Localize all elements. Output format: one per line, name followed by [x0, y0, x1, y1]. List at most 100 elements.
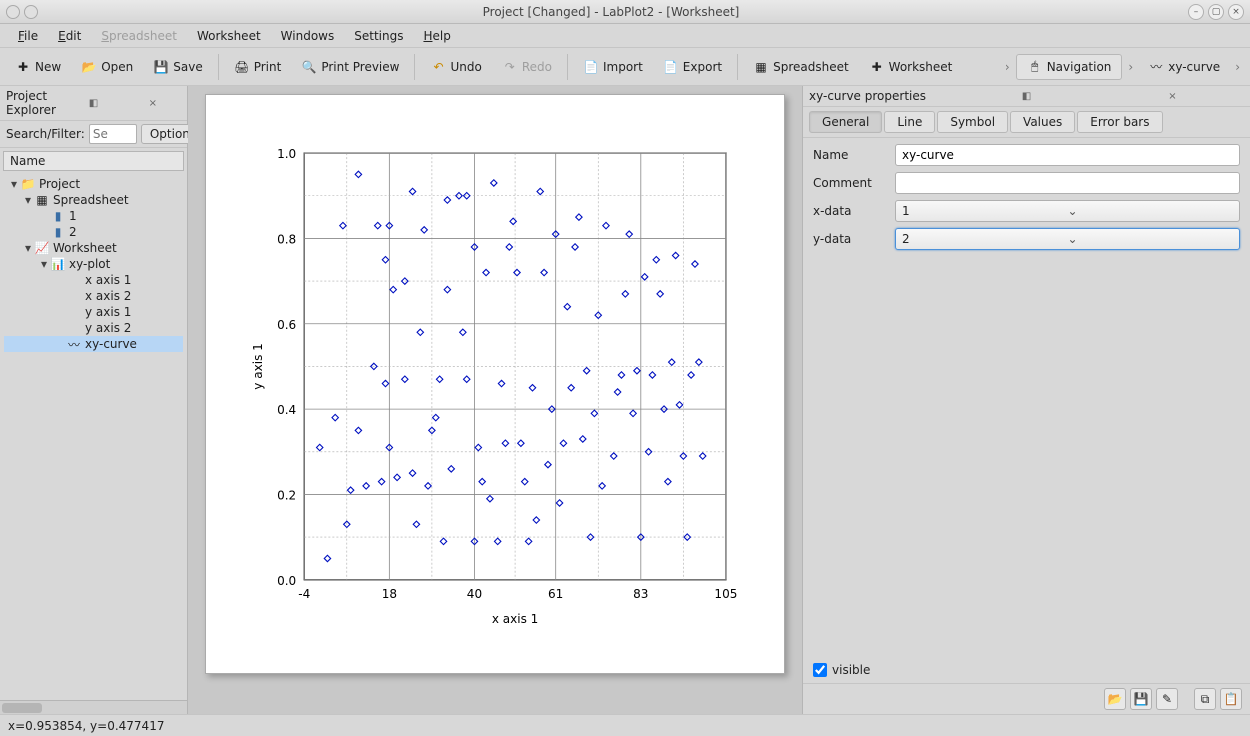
- name-field[interactable]: [895, 144, 1240, 166]
- tree-xyplot[interactable]: ▾📊xy-plot: [4, 256, 183, 272]
- search-label: Search/Filter:: [6, 127, 85, 141]
- menu-edit[interactable]: Edit: [48, 26, 91, 46]
- menubar: File Edit Spreadsheet Worksheet Windows …: [0, 24, 1250, 48]
- tree-header-name[interactable]: Name: [3, 151, 184, 171]
- xy-plot[interactable]: -4184061831050.00.20.40.60.81.0x axis 1y…: [244, 133, 746, 635]
- new-button[interactable]: ✚New: [6, 54, 70, 80]
- project-tree[interactable]: ▾📁Project ▾▦Spreadsheet ▮1 ▮2 ▾📈Workshee…: [0, 174, 187, 700]
- svg-text:105: 105: [714, 587, 737, 601]
- open-icon: 📂: [81, 59, 97, 75]
- chevron-right-icon-3: ›: [1231, 60, 1244, 74]
- svg-text:0.6: 0.6: [277, 318, 296, 332]
- svg-text:y axis 1: y axis 1: [251, 343, 265, 390]
- comment-label: Comment: [813, 176, 887, 190]
- xy-curve-crumb[interactable]: 〰xy-curve: [1139, 54, 1229, 80]
- import-button[interactable]: 📄Import: [574, 54, 652, 80]
- save-icon: 💾: [153, 59, 169, 75]
- print-preview-button[interactable]: 🔍Print Preview: [292, 54, 408, 80]
- ydata-select[interactable]: 2⌄: [895, 228, 1240, 250]
- properties-form: Name Comment x-data 1⌄ y-data 2⌄: [803, 138, 1250, 256]
- tab-symbol[interactable]: Symbol: [937, 111, 1008, 133]
- tab-errorbars[interactable]: Error bars: [1077, 111, 1162, 133]
- svg-text:1.0: 1.0: [277, 147, 296, 161]
- properties-footer: 📂 💾 ✎ ⧉ 📋: [803, 683, 1250, 714]
- tree-col-1[interactable]: ▮1: [4, 208, 183, 224]
- panel-close-icon[interactable]: ×: [125, 96, 181, 110]
- redo-icon: ↷: [502, 59, 518, 75]
- redo-button: ↷Redo: [493, 54, 561, 80]
- panel-close-icon[interactable]: ×: [1101, 89, 1244, 103]
- maximize-button[interactable]: ▢: [1208, 4, 1224, 20]
- spreadsheet-icon: ▦: [753, 59, 769, 75]
- tree-worksheet[interactable]: ▾📈Worksheet: [4, 240, 183, 256]
- menu-file[interactable]: File: [8, 26, 48, 46]
- tree-yaxis1[interactable]: y axis 1: [4, 304, 183, 320]
- status-bar: x=0.953854, y=0.477417: [0, 714, 1250, 736]
- svg-text:0.2: 0.2: [277, 488, 296, 502]
- svg-text:18: 18: [382, 587, 397, 601]
- tree-xaxis1[interactable]: x axis 1: [4, 272, 183, 288]
- plot-icon: 📊: [50, 257, 66, 271]
- chevron-down-icon: ⌄: [1068, 204, 1234, 218]
- undo-icon: ↶: [430, 59, 446, 75]
- visible-checkbox-input[interactable]: [813, 663, 827, 677]
- navigation-tab[interactable]: 🖱Navigation: [1016, 54, 1123, 80]
- properties-title: xy-curve properties ◧ ×: [803, 86, 1250, 107]
- panel-float-icon[interactable]: ◧: [65, 96, 121, 110]
- footer-edit-icon[interactable]: ✎: [1156, 688, 1178, 710]
- spreadsheet-button[interactable]: ▦Spreadsheet: [744, 54, 858, 80]
- svg-text:x axis 1: x axis 1: [492, 612, 539, 626]
- ydata-label: y-data: [813, 232, 887, 246]
- visible-checkbox[interactable]: visible: [813, 663, 1240, 677]
- footer-open-icon[interactable]: 📂: [1104, 688, 1126, 710]
- footer-copy-icon[interactable]: ⧉: [1194, 688, 1216, 710]
- tree-xycurve[interactable]: 〰xy-curve: [4, 336, 183, 352]
- print-button[interactable]: 🖨Print: [225, 54, 291, 80]
- minimize-button[interactable]: –: [1188, 4, 1204, 20]
- tree-col-2[interactable]: ▮2: [4, 224, 183, 240]
- column-icon: ▮: [50, 209, 66, 223]
- tree-spreadsheet[interactable]: ▾▦Spreadsheet: [4, 192, 183, 208]
- spreadsheet-icon: ▦: [34, 193, 50, 207]
- save-button[interactable]: 💾Save: [144, 54, 211, 80]
- panel-float-icon[interactable]: ◧: [955, 89, 1098, 103]
- export-button[interactable]: 📄Export: [654, 54, 731, 80]
- tab-line[interactable]: Line: [884, 111, 935, 133]
- tree-yaxis2[interactable]: y axis 2: [4, 320, 183, 336]
- worksheet-button[interactable]: ✚Worksheet: [860, 54, 962, 80]
- worksheet-page[interactable]: -4184061831050.00.20.40.60.81.0x axis 1y…: [205, 94, 785, 674]
- menu-help[interactable]: Help: [413, 26, 460, 46]
- tab-general[interactable]: General: [809, 111, 882, 133]
- plot-svg: -4184061831050.00.20.40.60.81.0x axis 1y…: [244, 133, 746, 635]
- undo-button[interactable]: ↶Undo: [421, 54, 490, 80]
- search-input[interactable]: [89, 124, 137, 144]
- chevron-down-icon: ⌄: [1068, 232, 1234, 246]
- menu-worksheet[interactable]: Worksheet: [187, 26, 271, 46]
- open-button[interactable]: 📂Open: [72, 54, 142, 80]
- chevron-right-icon-2: ›: [1124, 60, 1137, 74]
- project-explorer-panel: Project Explorer ◧ × Search/Filter: Opti…: [0, 86, 188, 714]
- footer-save-icon[interactable]: 💾: [1130, 688, 1152, 710]
- status-coords: x=0.953854, y=0.477417: [8, 719, 164, 733]
- svg-text:83: 83: [633, 587, 648, 601]
- footer-paste-icon[interactable]: 📋: [1220, 688, 1242, 710]
- svg-text:40: 40: [467, 587, 482, 601]
- menu-settings[interactable]: Settings: [344, 26, 413, 46]
- chevron-right-icon: ›: [1001, 60, 1014, 74]
- import-icon: 📄: [583, 59, 599, 75]
- close-button[interactable]: ×: [1228, 4, 1244, 20]
- column-icon: ▮: [50, 225, 66, 239]
- name-label: Name: [813, 148, 887, 162]
- project-explorer-title: Project Explorer ◧ ×: [0, 86, 187, 121]
- tree-project[interactable]: ▾📁Project: [4, 176, 183, 192]
- xdata-select[interactable]: 1⌄: [895, 200, 1240, 222]
- print-icon: 🖨: [234, 59, 250, 75]
- tree-horizontal-scrollbar[interactable]: [0, 700, 187, 714]
- menu-windows[interactable]: Windows: [271, 26, 345, 46]
- worksheet-area[interactable]: -4184061831050.00.20.40.60.81.0x axis 1y…: [188, 86, 802, 714]
- comment-field[interactable]: [895, 172, 1240, 194]
- mouse-icon: 🖱: [1027, 59, 1043, 75]
- tree-xaxis2[interactable]: x axis 2: [4, 288, 183, 304]
- tab-values[interactable]: Values: [1010, 111, 1075, 133]
- svg-text:0.4: 0.4: [277, 403, 296, 417]
